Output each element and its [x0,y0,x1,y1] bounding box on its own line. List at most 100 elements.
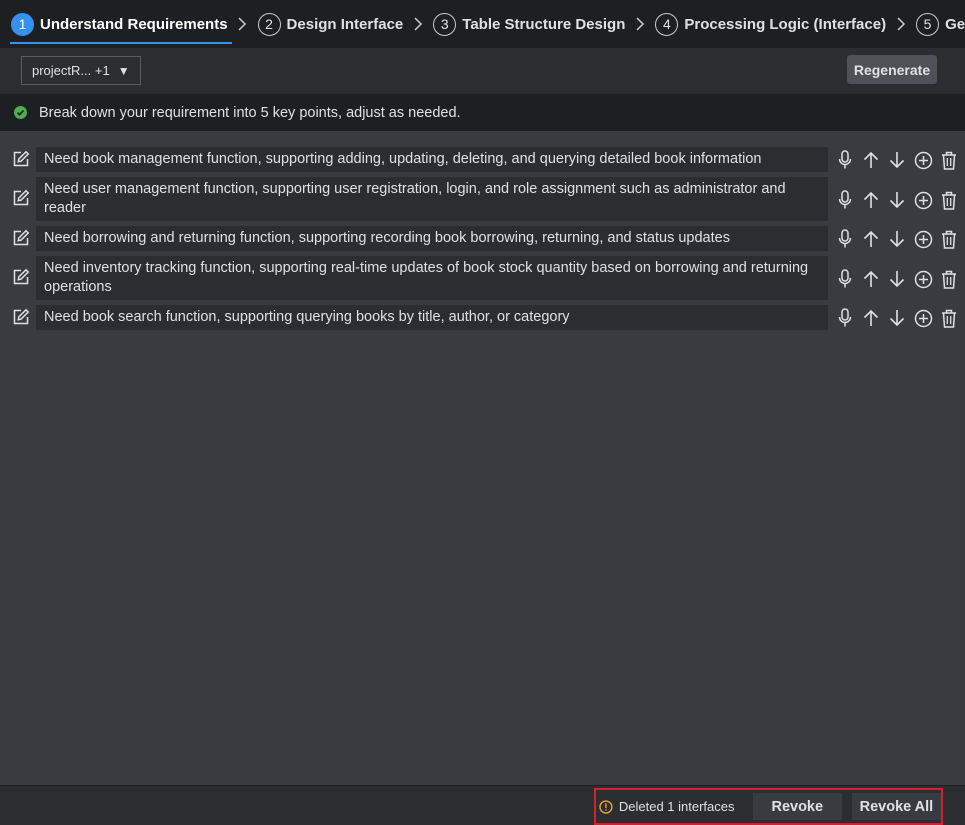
add-circle-icon [914,151,933,170]
requirement-text[interactable]: Need book management function, supportin… [36,147,828,172]
move-down-button[interactable] [884,307,910,329]
move-down-button[interactable] [884,268,910,290]
arrow-down-icon [888,150,906,170]
add-circle-icon [914,309,933,328]
add-item-button[interactable] [910,268,936,290]
delete-item-button[interactable] [936,228,962,250]
microphone-icon [838,269,852,289]
move-up-button[interactable] [858,268,884,290]
toolbar: projectR... +1 ▼ Regenerate [0,48,965,94]
move-up-button[interactable] [858,189,884,211]
add-circle-icon [914,191,933,210]
voice-input-button[interactable] [832,189,858,211]
row-actions [832,149,962,171]
arrow-down-icon [888,190,906,210]
arrow-up-icon [862,190,880,210]
project-select[interactable]: projectR... +1 ▼ [21,56,141,85]
requirement-row: Need book search function, supporting qu… [0,305,965,330]
arrow-up-icon [862,150,880,170]
arrow-down-icon [888,308,906,328]
delete-item-button[interactable] [936,189,962,211]
voice-input-button[interactable] [832,268,858,290]
undo-message: Deleted 1 interfaces [618,799,735,814]
add-item-button[interactable] [910,307,936,329]
requirement-text[interactable]: Need user management function, supportin… [36,177,828,221]
add-item-button[interactable] [910,149,936,171]
requirement-row: Need book management function, supportin… [0,147,965,172]
arrow-down-icon [888,229,906,249]
step-navigation: 1 Understand Requirements 2 Design Inter… [0,0,965,48]
edit-icon[interactable] [12,150,30,168]
project-select-value: projectR... +1 [32,63,110,78]
voice-input-button[interactable] [832,307,858,329]
trash-icon [941,270,957,289]
add-item-button[interactable] [910,228,936,250]
move-down-button[interactable] [884,228,910,250]
requirement-row: Need user management function, supportin… [0,177,965,221]
row-actions [832,228,962,250]
step-label: Processing Logic (Interface) [684,15,887,33]
microphone-icon [838,190,852,210]
step-label: Table Structure Design [462,15,626,33]
add-item-button[interactable] [910,189,936,211]
requirement-row: Need borrowing and returning function, s… [0,226,965,251]
microphone-icon [838,308,852,328]
undo-notification: Deleted 1 interfaces Revoke Revoke All [594,788,943,825]
trash-icon [941,151,957,170]
edit-icon[interactable] [12,229,30,247]
step-processing-logic[interactable]: 4 Processing Logic (Interface) [649,0,892,48]
arrow-down-icon [888,269,906,289]
step-generate[interactable]: 5 Genera [910,0,965,48]
move-up-button[interactable] [858,228,884,250]
requirement-text[interactable]: Need book search function, supporting qu… [36,305,828,330]
step-label: Genera [945,15,965,33]
voice-input-button[interactable] [832,149,858,171]
caret-down-icon: ▼ [117,63,130,78]
row-actions [832,189,962,211]
trash-icon [941,191,957,210]
chevron-right-icon [894,0,908,48]
chevron-right-icon [633,0,647,48]
delete-item-button[interactable] [936,149,962,171]
requirement-text[interactable]: Need inventory tracking function, suppor… [36,256,828,300]
delete-item-button[interactable] [936,268,962,290]
step-number: 5 [916,12,940,36]
chevron-right-icon [411,0,425,48]
step-design-interface[interactable]: 2 Design Interface [252,0,410,48]
move-up-button[interactable] [858,149,884,171]
move-down-button[interactable] [884,149,910,171]
arrow-up-icon [862,229,880,249]
step-label: Design Interface [286,15,404,33]
revoke-button[interactable]: Revoke [752,793,842,820]
check-circle-icon [14,106,27,119]
requirement-text[interactable]: Need borrowing and returning function, s… [36,226,828,251]
step-number: 2 [257,12,281,36]
info-banner: Break down your requirement into 5 key p… [0,94,965,131]
step-table-structure-design[interactable]: 3 Table Structure Design [427,0,631,48]
warning-circle-icon [599,799,613,814]
move-down-button[interactable] [884,189,910,211]
edit-icon[interactable] [12,308,30,326]
trash-icon [941,309,957,328]
arrow-up-icon [862,269,880,289]
step-label: Understand Requirements [40,15,228,33]
voice-input-button[interactable] [832,228,858,250]
requirements-list: Need book management function, supportin… [0,131,965,785]
row-actions [832,307,962,329]
delete-item-button[interactable] [936,307,962,329]
add-circle-icon [914,270,933,289]
regenerate-button[interactable]: Regenerate [847,55,937,84]
trash-icon [941,230,957,249]
requirement-row: Need inventory tracking function, suppor… [0,256,965,300]
add-circle-icon [914,230,933,249]
edit-icon[interactable] [12,189,30,207]
edit-icon[interactable] [12,268,30,286]
step-number: 3 [433,12,457,36]
row-actions [832,268,962,290]
arrow-up-icon [862,308,880,328]
step-number: 1 [11,12,34,36]
step-understand-requirements[interactable]: 1 Understand Requirements [5,0,234,48]
step-number: 4 [655,12,679,36]
revoke-all-button[interactable]: Revoke All [851,793,941,820]
move-up-button[interactable] [858,307,884,329]
